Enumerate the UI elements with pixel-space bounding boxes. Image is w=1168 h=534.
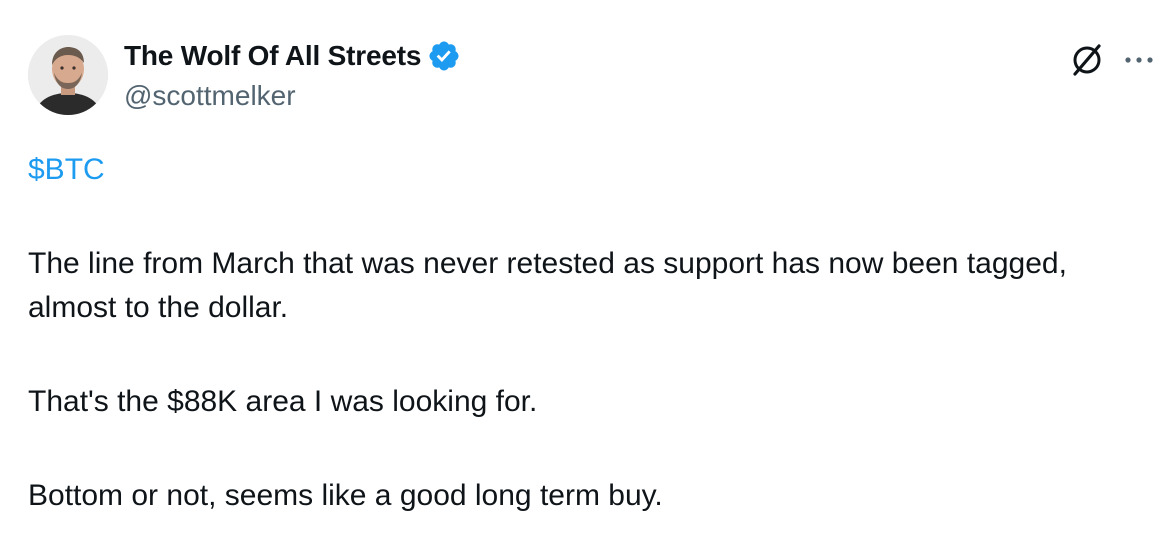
tweet-paragraph-3: Bottom or not, seems like a good long te… — [28, 479, 663, 512]
verified-badge-icon[interactable] — [427, 39, 461, 73]
author-block: The Wolf Of All Streets @scottmelker — [124, 38, 461, 118]
author-handle[interactable]: @scottmelker — [124, 80, 461, 112]
cashtag-link[interactable]: $BTC — [28, 148, 1138, 192]
author-name-row: The Wolf Of All Streets — [124, 38, 461, 74]
more-options-icon[interactable] — [1122, 48, 1156, 72]
tweet-card: The Wolf Of All Streets @scottmelker $BT… — [0, 0, 1168, 534]
tweet-text: $BTC The line from March that was never … — [28, 148, 1138, 518]
tweet-paragraph-1: The line from March that was never retes… — [28, 247, 1067, 324]
tweet-paragraph-2: That's the $88K area I was looking for. — [28, 385, 538, 418]
avatar[interactable] — [28, 35, 108, 115]
avatar-photo — [28, 35, 108, 115]
grok-icon[interactable] — [1069, 42, 1105, 78]
author-display-name[interactable]: The Wolf Of All Streets — [124, 40, 421, 72]
